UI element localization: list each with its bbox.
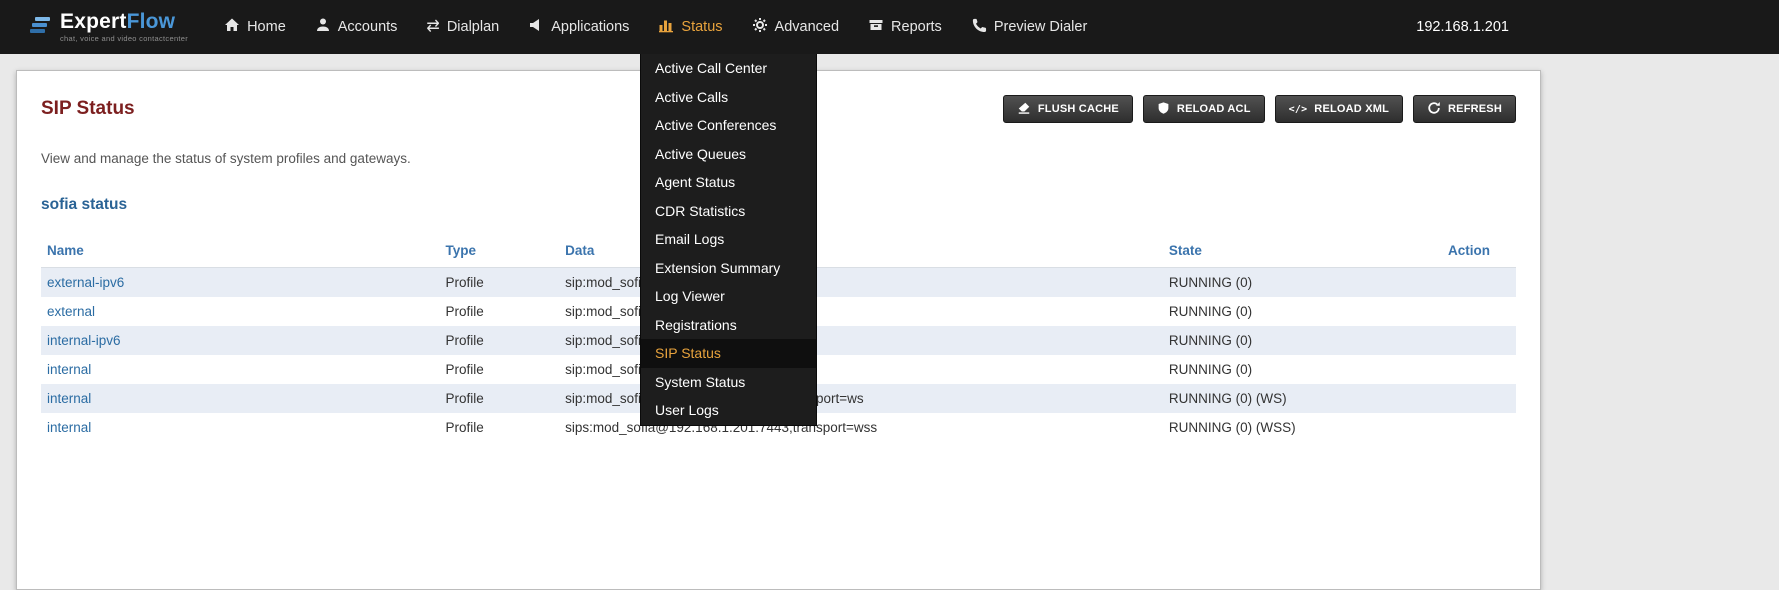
reload-acl-button[interactable]: RELOAD ACL — [1143, 95, 1265, 123]
profile-link[interactable]: internal-ipv6 — [47, 333, 121, 348]
gear-icon — [752, 17, 768, 37]
nav-label: Advanced — [775, 19, 840, 35]
column-header-type: Type — [440, 234, 560, 268]
menu-item-extension-summary[interactable]: Extension Summary — [641, 254, 816, 283]
state-cell: RUNNING (0) — [1163, 297, 1442, 326]
column-header-action: Action — [1442, 234, 1516, 268]
nav-label: Applications — [551, 19, 629, 35]
profile-link[interactable]: external-ipv6 — [47, 275, 124, 290]
button-label: FLUSH CACHE — [1038, 103, 1119, 115]
action-cell — [1442, 355, 1516, 384]
action-cell — [1442, 268, 1516, 298]
type-cell: Profile — [440, 384, 560, 413]
button-label: RELOAD ACL — [1177, 103, 1251, 115]
nav-item-dialplan[interactable]: ⇄ Dialplan — [426, 19, 499, 35]
menu-item-registrations[interactable]: Registrations — [641, 311, 816, 340]
page-title: SIP Status — [41, 98, 135, 120]
nav-item-applications[interactable]: Applications — [528, 17, 629, 37]
nav-label: Home — [247, 19, 286, 35]
toolbar: FLUSH CACHE RELOAD ACL </> RELOAD XML RE… — [1003, 95, 1516, 123]
action-cell — [1442, 384, 1516, 413]
logo-tagline: chat, voice and video contactcenter — [60, 35, 188, 43]
menu-item-user-logs[interactable]: User Logs — [641, 396, 816, 425]
flush-cache-button[interactable]: FLUSH CACHE — [1003, 95, 1133, 123]
home-icon — [224, 17, 240, 37]
menu-item-active-conferences[interactable]: Active Conferences — [641, 111, 816, 140]
state-cell: RUNNING (0) — [1163, 355, 1442, 384]
menu-item-active-calls[interactable]: Active Calls — [641, 83, 816, 112]
profile-link[interactable]: internal — [47, 420, 91, 435]
person-icon — [315, 17, 331, 37]
logo-text: ExpertFlow chat, voice and video contact… — [60, 11, 188, 43]
swap-arrows-icon: ⇄ — [426, 19, 439, 35]
profile-link[interactable]: internal — [47, 362, 91, 377]
column-header-state: State — [1163, 234, 1442, 268]
logo[interactable]: ExpertFlow chat, voice and video contact… — [30, 11, 188, 43]
bar-chart-icon — [658, 17, 674, 37]
top-navbar: ExpertFlow chat, voice and video contact… — [0, 0, 1779, 54]
nav-item-accounts[interactable]: Accounts — [315, 17, 398, 37]
speaker-icon — [528, 17, 544, 37]
main-nav: Home Accounts ⇄ Dialplan Applications St… — [224, 17, 1116, 37]
archive-icon — [868, 17, 884, 37]
nav-item-preview-dialer[interactable]: Preview Dialer — [971, 17, 1087, 37]
column-header-name: Name — [41, 234, 440, 268]
brand-flow: Flow — [127, 10, 176, 33]
refresh-button[interactable]: REFRESH — [1413, 95, 1516, 123]
type-cell: Profile — [440, 297, 560, 326]
type-cell: Profile — [440, 413, 560, 442]
reload-xml-button[interactable]: </> RELOAD XML — [1275, 95, 1403, 123]
nav-item-status[interactable]: Status — [658, 17, 722, 37]
navbar-inner: ExpertFlow chat, voice and video contact… — [0, 0, 1525, 54]
action-cell — [1442, 297, 1516, 326]
server-ip: 192.168.1.201 — [1416, 19, 1509, 35]
state-cell: RUNNING (0) (WSS) — [1163, 413, 1442, 442]
shield-icon — [1157, 101, 1170, 118]
nav-label: Status — [681, 19, 722, 35]
nav-label: Accounts — [338, 19, 398, 35]
nav-label: Reports — [891, 19, 942, 35]
logo-bars-icon — [30, 14, 52, 41]
menu-item-active-call-center[interactable]: Active Call Center — [641, 54, 816, 83]
brand-expert: Expert — [60, 10, 127, 33]
action-cell — [1442, 413, 1516, 442]
eraser-icon — [1017, 101, 1031, 118]
code-icon: </> — [1289, 104, 1308, 115]
nav-label: Dialplan — [447, 19, 499, 35]
button-label: REFRESH — [1448, 103, 1502, 115]
phone-icon — [971, 17, 987, 37]
action-cell — [1442, 326, 1516, 355]
nav-label: Preview Dialer — [994, 19, 1087, 35]
nav-item-reports[interactable]: Reports — [868, 17, 942, 37]
menu-item-sip-status[interactable]: SIP Status — [641, 339, 816, 368]
state-cell: RUNNING (0) (WS) — [1163, 384, 1442, 413]
menu-item-email-logs[interactable]: Email Logs — [641, 225, 816, 254]
state-cell: RUNNING (0) — [1163, 268, 1442, 298]
menu-item-log-viewer[interactable]: Log Viewer — [641, 282, 816, 311]
menu-item-active-queues[interactable]: Active Queues — [641, 140, 816, 169]
nav-item-advanced[interactable]: Advanced — [752, 17, 840, 37]
menu-item-cdr-statistics[interactable]: CDR Statistics — [641, 197, 816, 226]
status-dropdown-menu: Active Call Center Active Calls Active C… — [640, 54, 817, 426]
menu-item-agent-status[interactable]: Agent Status — [641, 168, 816, 197]
type-cell: Profile — [440, 355, 560, 384]
state-cell: RUNNING (0) — [1163, 326, 1442, 355]
menu-item-system-status[interactable]: System Status — [641, 368, 816, 397]
profile-link[interactable]: internal — [47, 391, 91, 406]
type-cell: Profile — [440, 268, 560, 298]
refresh-icon — [1427, 101, 1441, 118]
type-cell: Profile — [440, 326, 560, 355]
profile-link[interactable]: external — [47, 304, 95, 319]
button-label: RELOAD XML — [1314, 103, 1389, 115]
nav-item-home[interactable]: Home — [224, 17, 286, 37]
